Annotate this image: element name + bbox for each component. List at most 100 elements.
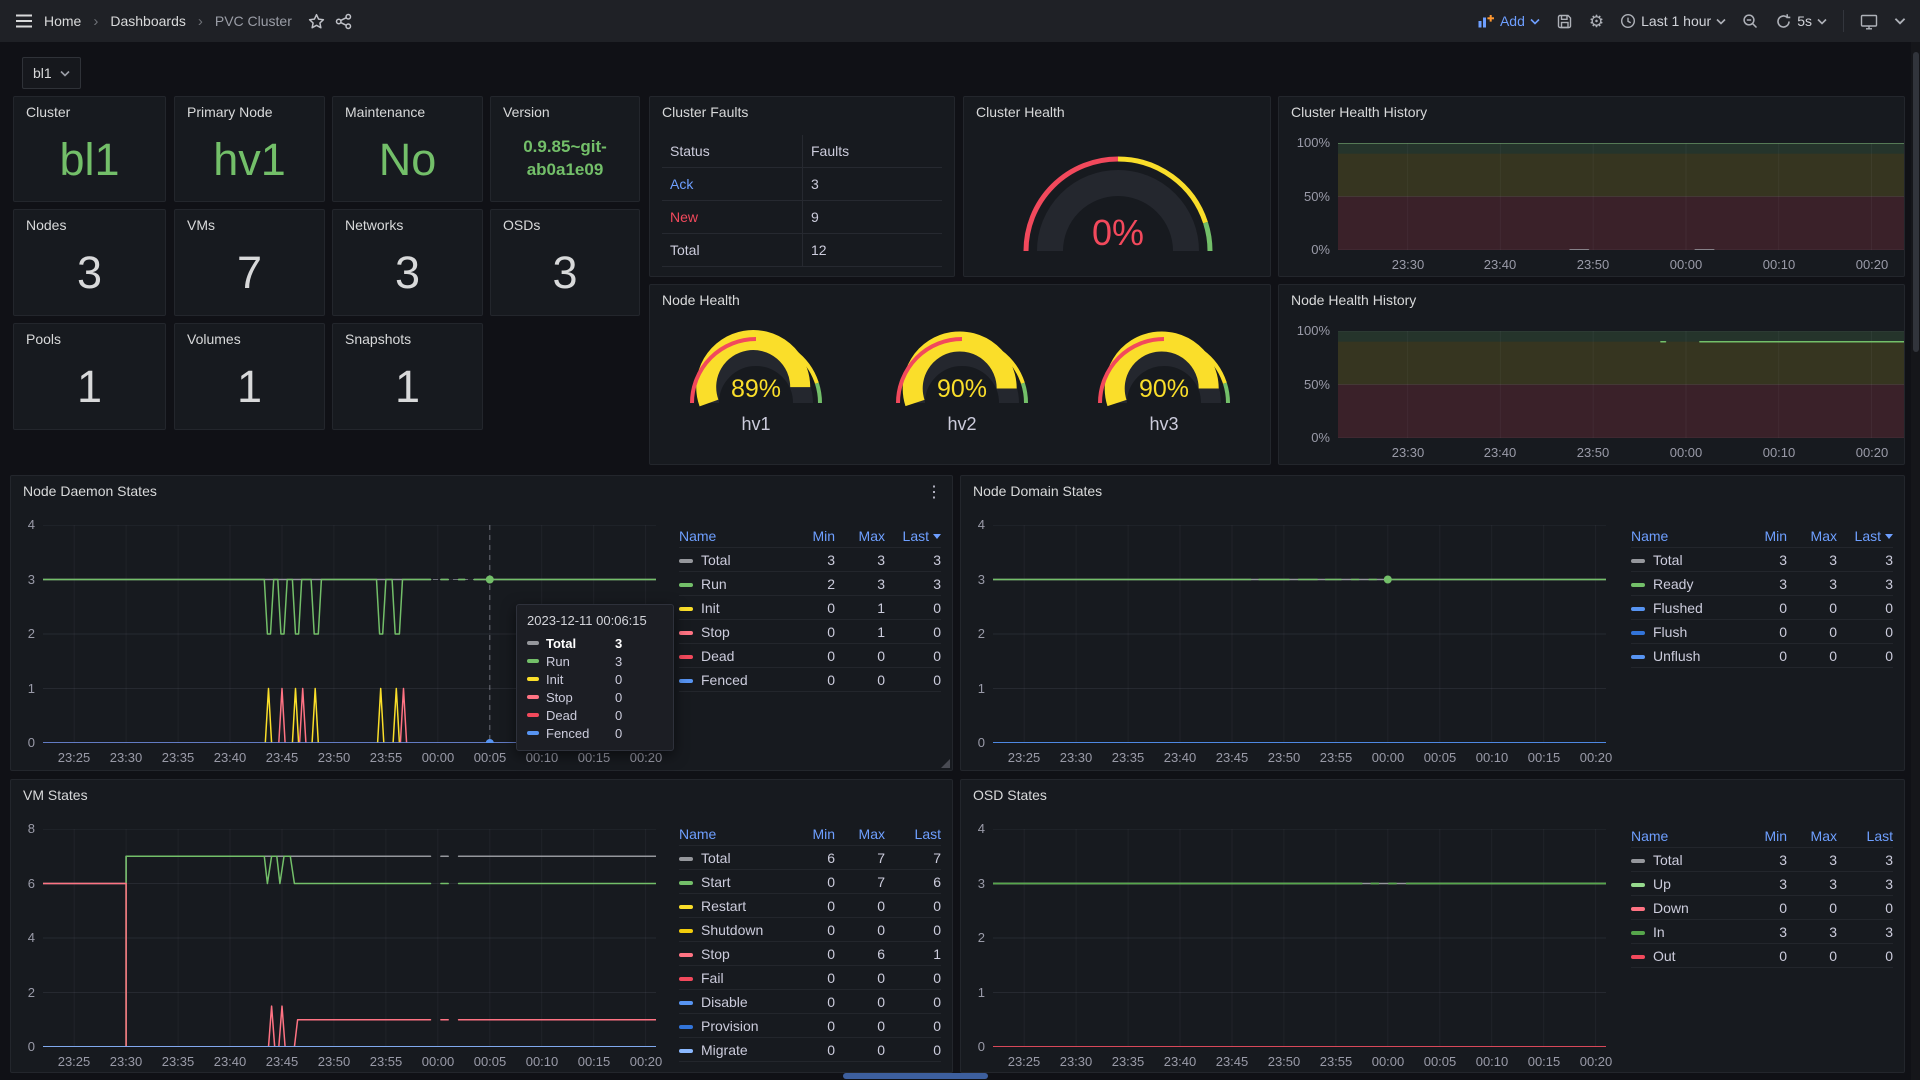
- time-range-picker[interactable]: Last 1 hour: [1620, 13, 1726, 29]
- legend-series-name[interactable]: Total: [1631, 552, 1737, 568]
- legend-series-name[interactable]: Total: [1631, 852, 1737, 868]
- share-icon[interactable]: [335, 13, 352, 30]
- time-series-plot[interactable]: [43, 829, 656, 1047]
- series-color-swatch: [1631, 955, 1645, 959]
- legend-series-name[interactable]: Total: [679, 552, 785, 568]
- x-axis-label: 23:50: [1259, 1054, 1309, 1069]
- legend-col-min[interactable]: Min: [785, 528, 835, 544]
- legend-series-name[interactable]: Stop: [679, 946, 785, 962]
- legend-series-name[interactable]: Unflush: [1631, 648, 1737, 664]
- horizontal-scrollbar-thumb[interactable]: [843, 1073, 988, 1079]
- legend-series-name[interactable]: Start: [679, 874, 785, 890]
- legend-col-min[interactable]: Min: [1737, 528, 1787, 544]
- tooltip-row: Dead 0: [527, 706, 663, 724]
- scrollbar-thumb[interactable]: [1913, 52, 1919, 352]
- time-series-plot[interactable]: [1338, 143, 1904, 250]
- legend-series-name[interactable]: Fail: [679, 970, 785, 986]
- cluster-variable-dropdown[interactable]: bl1: [22, 57, 81, 89]
- legend-series-name[interactable]: Up: [1631, 876, 1737, 892]
- time-series-plot[interactable]: [993, 525, 1606, 743]
- legend-col-name[interactable]: Name: [679, 528, 785, 544]
- legend-series-name[interactable]: Down: [1631, 900, 1737, 916]
- legend-header: NameMinMaxLast: [1631, 524, 1893, 548]
- time-series-plot[interactable]: [993, 829, 1606, 1047]
- legend-col-last[interactable]: Last: [1837, 528, 1893, 544]
- breadcrumb-home[interactable]: Home: [44, 13, 81, 29]
- legend-series-name[interactable]: Fenced: [679, 672, 785, 688]
- legend-series-name[interactable]: Init: [679, 600, 785, 616]
- legend-series-name[interactable]: Ready: [1631, 576, 1737, 592]
- y-axis-label: 1: [961, 681, 985, 696]
- legend-min: 0: [785, 970, 835, 986]
- fault-status[interactable]: New: [662, 201, 802, 234]
- x-axis-label: 23:50: [1568, 257, 1618, 272]
- panel-resize-handle[interactable]: [941, 759, 950, 768]
- legend-row: Flushed 0 0 0: [1631, 596, 1893, 620]
- stat-value: 3: [20, 236, 159, 309]
- legend-series-name[interactable]: Run: [679, 576, 785, 592]
- legend-series-name[interactable]: Stop: [679, 624, 785, 640]
- x-axis-label: 23:45: [1207, 750, 1257, 765]
- x-axis-label: 23:40: [205, 750, 255, 765]
- legend-min: 3: [785, 552, 835, 568]
- legend-max: 0: [1787, 600, 1837, 616]
- legend-series-name[interactable]: Flush: [1631, 624, 1737, 640]
- svg-text:90%: 90%: [937, 375, 987, 403]
- legend-min: 0: [785, 672, 835, 688]
- legend-series-name[interactable]: Flushed: [1631, 600, 1737, 616]
- legend-series-name[interactable]: Migrate: [679, 1042, 785, 1058]
- legend-col-min[interactable]: Min: [785, 826, 835, 842]
- legend-col-min[interactable]: Min: [1737, 828, 1787, 844]
- fault-status[interactable]: Ack: [662, 168, 802, 201]
- x-axis-label: 23:55: [1311, 750, 1361, 765]
- breadcrumb-dashboards[interactable]: Dashboards: [110, 13, 186, 29]
- legend-col-last[interactable]: Last: [1837, 828, 1893, 844]
- add-button[interactable]: Add: [1477, 13, 1540, 29]
- zoom-out-icon: [1742, 13, 1759, 30]
- legend-max: 7: [835, 850, 885, 866]
- legend-col-max[interactable]: Max: [835, 528, 885, 544]
- series-color-swatch: [1631, 907, 1645, 911]
- legend-col-name[interactable]: Name: [1631, 828, 1737, 844]
- zoom-out-button[interactable]: [1742, 13, 1759, 30]
- panel-stat-vms: VMs7: [174, 209, 325, 316]
- hamburger-menu-icon[interactable]: [14, 12, 34, 30]
- legend-col-max[interactable]: Max: [1787, 528, 1837, 544]
- fault-count: 9: [802, 201, 942, 234]
- node-gauge-cell: 89% hv1: [681, 323, 831, 435]
- legend-min: 0: [1737, 948, 1787, 964]
- refresh-button[interactable]: 5s: [1775, 13, 1827, 30]
- vertical-scrollbar[interactable]: [1911, 42, 1920, 1080]
- legend-series-name[interactable]: Provision: [679, 1018, 785, 1034]
- node-gauge-cell: 90% hv2: [887, 323, 1037, 435]
- y-axis-label: 3: [961, 572, 985, 587]
- save-dashboard-button[interactable]: [1556, 13, 1573, 30]
- legend-series-name[interactable]: Out: [1631, 948, 1737, 964]
- legend-series-name[interactable]: Disable: [679, 994, 785, 1010]
- legend-series-name[interactable]: In: [1631, 924, 1737, 940]
- panel-stat-snapshots: Snapshots1: [332, 323, 483, 430]
- time-series-plot[interactable]: [1338, 331, 1904, 438]
- legend-col-last[interactable]: Last: [885, 528, 941, 544]
- dashboard-settings-button[interactable]: ⚙: [1589, 13, 1604, 30]
- star-icon[interactable]: [308, 13, 325, 30]
- legend-col-name[interactable]: Name: [679, 826, 785, 842]
- faults-col-faults[interactable]: Faults: [802, 135, 942, 168]
- legend-col-last[interactable]: Last: [885, 826, 941, 842]
- kiosk-mode-button[interactable]: [1860, 13, 1878, 30]
- legend-row: Down 0 0 0: [1631, 896, 1893, 920]
- legend-col-name[interactable]: Name: [1631, 528, 1737, 544]
- faults-col-status[interactable]: Status: [662, 135, 802, 168]
- stat-value: 1: [20, 350, 159, 423]
- toolbar-divider: [1843, 10, 1844, 32]
- legend-series-name[interactable]: Restart: [679, 898, 785, 914]
- legend-min: 3: [1737, 924, 1787, 940]
- legend-series-name[interactable]: Shutdown: [679, 922, 785, 938]
- collapse-toolbar-button[interactable]: [1894, 17, 1906, 25]
- legend-series-name[interactable]: Total: [679, 850, 785, 866]
- x-axis-label: 00:20: [1847, 445, 1897, 460]
- legend-col-max[interactable]: Max: [835, 826, 885, 842]
- legend-col-max[interactable]: Max: [1787, 828, 1837, 844]
- legend-series-name[interactable]: Dead: [679, 648, 785, 664]
- panel-menu-icon[interactable]: ⋮: [926, 482, 942, 502]
